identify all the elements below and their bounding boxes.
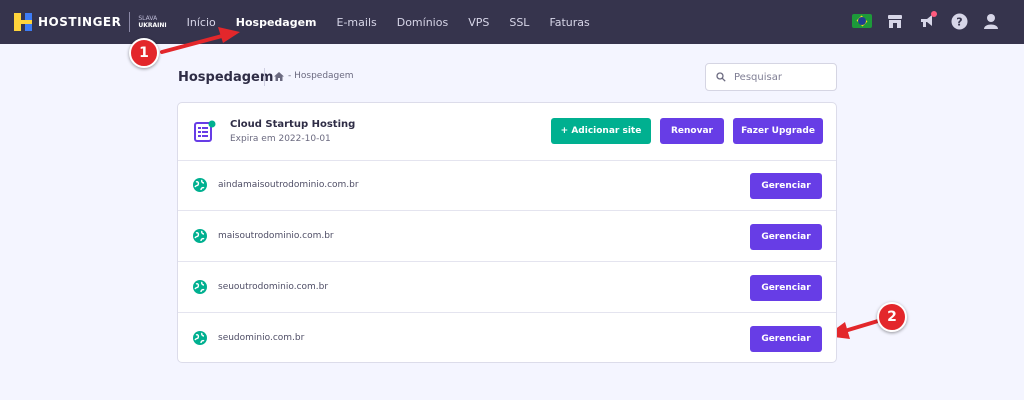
title-divider <box>264 68 265 86</box>
upgrade-button[interactable]: Fazer Upgrade <box>733 118 823 144</box>
manage-button[interactable]: Gerenciar <box>750 224 822 250</box>
manage-button[interactable]: Gerenciar <box>750 326 822 352</box>
add-site-button[interactable]: + Adicionar site <box>551 118 651 144</box>
globe-icon <box>193 331 207 345</box>
home-icon[interactable] <box>274 71 284 81</box>
search-input[interactable] <box>734 71 824 83</box>
domain-row: seuoutrodominio.com.br Gerenciar <box>178 263 836 313</box>
domain-row: seudominio.com.br Gerenciar <box>178 314 836 364</box>
domain-row: aindamaisoutrodominio.com.br Gerenciar <box>178 161 836 211</box>
domain-row: maisoutrodominio.com.br Gerenciar <box>178 212 836 262</box>
domain-name[interactable]: aindamaisoutrodominio.com.br <box>218 180 359 190</box>
annotation-arrow-1 <box>160 27 240 54</box>
plan-name: Cloud Startup Hosting <box>230 119 356 130</box>
manage-button[interactable]: Gerenciar <box>750 173 822 199</box>
breadcrumb-current: - Hospedagem <box>288 71 354 81</box>
hosting-plan-card: Cloud Startup Hosting Expira em 2022-10-… <box>177 102 837 363</box>
page-title: Hospedagem <box>178 70 274 85</box>
search-icon <box>716 72 726 82</box>
annotation-badge-1: 1 <box>129 38 159 68</box>
plan-expiration: Expira em 2022-10-01 <box>230 134 331 144</box>
annotation-badge-2: 2 <box>877 302 907 332</box>
globe-icon <box>193 229 207 243</box>
domain-name[interactable]: seuoutrodominio.com.br <box>218 282 328 292</box>
globe-icon <box>193 178 207 192</box>
hosting-plan-icon <box>194 120 216 142</box>
domain-name[interactable]: seudominio.com.br <box>218 333 304 343</box>
renew-button[interactable]: Renovar <box>660 118 724 144</box>
domain-name[interactable]: maisoutrodominio.com.br <box>218 231 334 241</box>
plan-header: Cloud Startup Hosting Expira em 2022-10-… <box>178 103 836 161</box>
globe-icon <box>193 280 207 294</box>
search-box[interactable] <box>705 63 837 91</box>
breadcrumb: - Hospedagem <box>274 71 354 81</box>
manage-button[interactable]: Gerenciar <box>750 275 822 301</box>
